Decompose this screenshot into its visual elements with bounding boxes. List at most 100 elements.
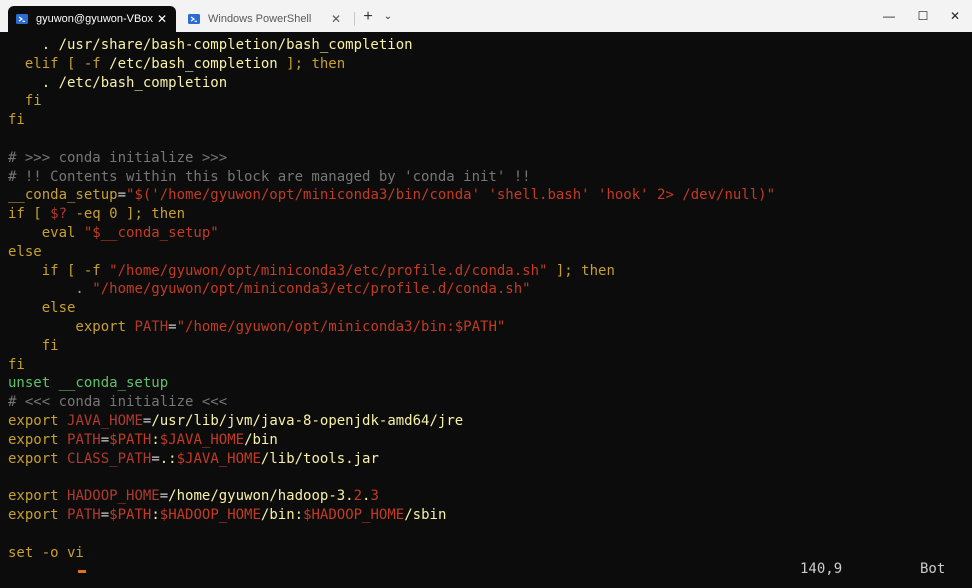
terminal-text-segment: PATH	[67, 431, 101, 448]
terminal-text-segment: /home/gyuwon/hadoop-3.	[168, 488, 354, 505]
terminal-text-segment: /bin	[244, 431, 278, 448]
terminal-text-segment: .	[8, 281, 93, 298]
terminal-text-segment: $HADOOP_HOME	[159, 507, 261, 523]
terminal-text-segment: export	[8, 319, 135, 335]
terminal-text-segment: fi	[8, 112, 25, 129]
cursor-position: 140,9	[800, 561, 843, 577]
tab-ubuntu[interactable]: gyuwon@gyuwon-VBox: ✕	[8, 6, 176, 32]
terminal-line: export CLASS_PATH=.:$JAVA_HOME/lib/tools…	[8, 450, 379, 469]
terminal-line: else	[8, 243, 42, 262]
minimize-button[interactable]: —	[874, 6, 904, 26]
terminal-line: # !! Contents within this block are mana…	[8, 168, 531, 187]
terminal-text-segment: $PATH	[109, 507, 152, 523]
terminal-text-segment: 3	[370, 488, 379, 505]
terminal-line: . "/home/gyuwon/opt/miniconda3/etc/profi…	[8, 280, 531, 299]
terminal-line: unset __conda_setup	[8, 374, 168, 393]
terminal-line: export PATH="/home/gyuwon/opt/miniconda3…	[8, 318, 505, 337]
chevron-down-icon[interactable]: ⌄	[381, 8, 395, 26]
terminal-text-segment: /bin:	[260, 507, 304, 523]
terminal-line: elif [ -f /etc/bash_completion ]; then	[8, 55, 345, 74]
close-window-button[interactable]: ✕	[940, 6, 970, 26]
terminal-text-segment: =	[168, 319, 177, 335]
terminal-text-segment: fi	[8, 356, 25, 373]
terminal-text-segment: $PATH	[109, 431, 152, 448]
terminal-text-segment: # <<< conda initialize <<<	[8, 394, 228, 411]
terminal-text-segment: fi	[8, 337, 59, 354]
terminal-line: fi	[8, 337, 59, 356]
terminal-text-segment: :	[151, 507, 160, 523]
terminal-text-segment: # >>> conda initialize >>>	[8, 149, 228, 166]
scroll-indicator: Bot	[920, 561, 946, 577]
terminal-text-segment: "$__conda_setup"	[83, 225, 219, 241]
terminal-text-segment: export	[8, 450, 68, 467]
terminal-text-segment: "/home/gyuwon/opt/miniconda3/bin:$PATH"	[176, 319, 506, 335]
terminal-line: else	[8, 299, 76, 318]
terminal-text-segment: set -o vi	[8, 544, 84, 561]
new-tab-button[interactable]: +	[360, 8, 376, 26]
terminal-text-segment: "/home/gyuwon/opt/miniconda3/etc/profile…	[109, 262, 548, 279]
terminal-line: export HADOOP_HOME=/home/gyuwon/hadoop-3…	[8, 487, 379, 506]
terminal-text-segment: unset __conda_setup	[8, 375, 169, 392]
terminal-text-segment: PATH	[134, 319, 169, 335]
terminal-text-segment: __conda_setup	[8, 187, 118, 204]
terminal-text-segment: fi	[8, 93, 42, 110]
terminal-text-segment: export	[8, 413, 68, 429]
terminal-line: export PATH=$PATH:$HADOOP_HOME/bin:$HADO…	[8, 506, 446, 525]
terminal-text-segment: ]; then	[277, 55, 346, 72]
terminal-text-segment: "$('/home/gyuwon/opt/miniconda3/bin/cond…	[126, 187, 776, 204]
terminal-text-segment: # !! Contents within this block are mana…	[8, 168, 531, 185]
terminal-text-segment: $JAVA_HOME	[159, 431, 245, 448]
terminal-text-segment: export	[8, 488, 68, 505]
terminal-line: if [ $? -eq 0 ]; then	[8, 205, 185, 224]
close-tab-icon[interactable]: ✕	[154, 12, 170, 26]
terminal-text-segment: . /etc/bash_completion	[8, 74, 228, 91]
terminal-text-segment: :	[151, 431, 160, 448]
tab-title: Windows PowerShell	[208, 13, 312, 25]
terminal-text-segment: PATH	[67, 507, 101, 523]
close-tab-icon[interactable]: ✕	[328, 12, 344, 26]
terminal-text-segment: =	[100, 431, 110, 448]
terminal-text-segment: 2	[353, 488, 363, 505]
terminal-text-segment: =	[117, 187, 127, 204]
title-bar: gyuwon@gyuwon-VBox: ✕ Windows PowerShell…	[0, 0, 972, 32]
terminal-text-segment: ]; then	[547, 262, 615, 279]
text-cursor	[78, 570, 86, 573]
terminal-line: if [ -f "/home/gyuwon/opt/miniconda3/etc…	[8, 262, 615, 281]
terminal-pane[interactable]: . /usr/share/bash-completion/bash_comple…	[0, 32, 972, 588]
terminal-line: . /etc/bash_completion	[8, 74, 227, 93]
terminal-text-segment: "/home/gyuwon/opt/miniconda3/etc/profile…	[92, 281, 531, 298]
terminal-text-segment: $HADOOP_HOME	[303, 507, 405, 523]
terminal-line: set -o vi	[8, 544, 84, 563]
terminal-text-segment: else	[8, 243, 42, 260]
terminal-line: # <<< conda initialize <<<	[8, 393, 227, 412]
terminal-text-segment: CLASS_PATH	[67, 450, 152, 467]
terminal-text-segment: /etc/bash_completion	[109, 55, 278, 72]
terminal-text-segment: .:	[159, 450, 177, 467]
terminal-text-segment: $JAVA_HOME	[176, 450, 261, 467]
terminal-line: eval "$__conda_setup"	[8, 224, 219, 243]
terminal-text-segment: -eq 0 ]; then	[67, 206, 186, 223]
tab-powershell[interactable]: Windows PowerShell ✕	[180, 6, 350, 32]
terminal-text-segment: if [	[8, 206, 51, 223]
terminal-text-segment: /lib/tools.jar	[260, 450, 379, 467]
terminal-line: fi	[8, 356, 25, 375]
terminal-text-segment: if [ -f	[8, 262, 110, 279]
terminal-line: . /usr/share/bash-completion/bash_comple…	[8, 36, 413, 55]
terminal-text-segment: =	[100, 507, 110, 523]
terminal-text-segment: export	[8, 431, 68, 448]
terminal-text-segment: else	[8, 300, 76, 317]
terminal-line: export PATH=$PATH:$JAVA_HOME/bin	[8, 431, 278, 450]
terminal-line: fi	[8, 92, 42, 111]
terminal-text-segment: =	[159, 488, 169, 505]
terminal-text-segment: /usr/lib/jvm/java-8-openjdk-amd64/jre	[151, 413, 464, 429]
tab-title: gyuwon@gyuwon-VBox:	[36, 13, 154, 25]
terminal-line: __conda_setup="$('/home/gyuwon/opt/minic…	[8, 186, 775, 205]
terminal-text-segment: export	[8, 507, 68, 523]
terminal-text-segment: $?	[50, 206, 68, 223]
terminal-text-segment: HADOOP_HOME	[67, 488, 160, 505]
terminal-line: export JAVA_HOME=/usr/lib/jvm/java-8-ope…	[8, 412, 463, 431]
maximize-button[interactable]: ☐	[908, 6, 938, 26]
powershell-icon	[188, 14, 200, 24]
terminal-text-segment: JAVA_HOME	[67, 413, 143, 429]
terminal-text-segment: . /usr/share/bash-completion/bash_comple…	[8, 37, 413, 53]
